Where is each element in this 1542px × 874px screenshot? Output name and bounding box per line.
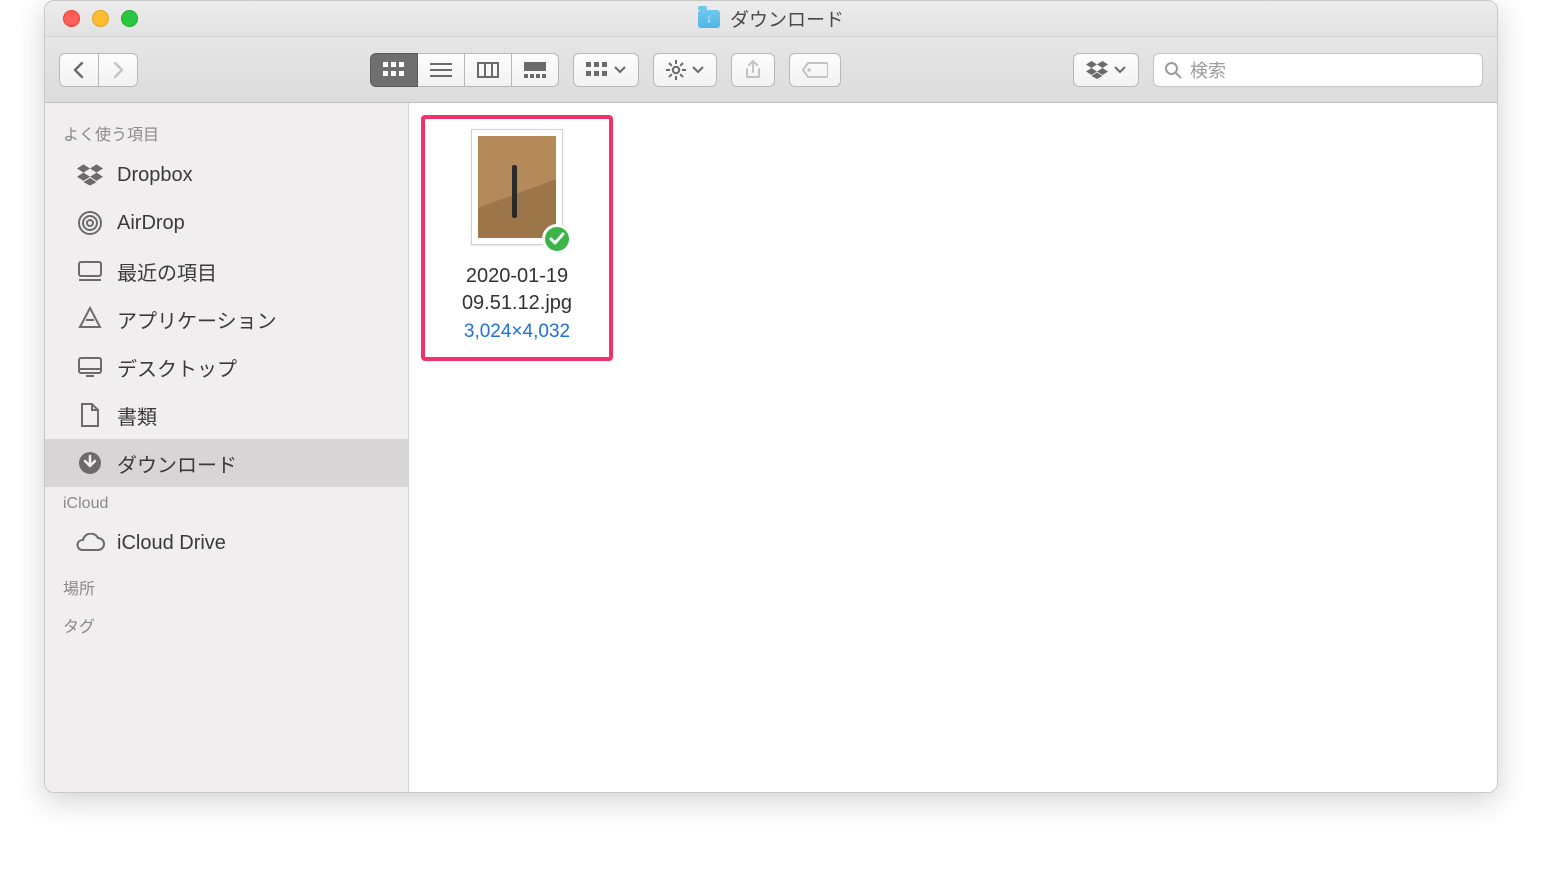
sidebar-section-icloud: iCloud xyxy=(45,487,408,519)
sidebar-item-label: 最近の項目 xyxy=(117,257,217,286)
dropbox-icon xyxy=(75,160,105,190)
group-by-button[interactable] xyxy=(573,53,639,87)
sidebar-item-icloud-drive[interactable]: iCloud Drive xyxy=(45,519,408,567)
share-group xyxy=(731,53,775,87)
column-view-button[interactable] xyxy=(465,53,512,87)
icon-view-button[interactable] xyxy=(370,53,418,87)
toolbar: 検索 xyxy=(45,37,1497,103)
maximize-button[interactable] xyxy=(121,10,138,27)
sidebar-section-favorites: よく使う項目 xyxy=(45,113,408,151)
chevron-down-icon xyxy=(1114,66,1126,74)
sidebar-item-label: デスクトップ xyxy=(117,353,237,382)
titlebar: ダウンロード xyxy=(45,1,1497,37)
window-body: よく使う項目 Dropbox AirDrop 最近の項目 xyxy=(45,103,1497,792)
downloads-folder-icon xyxy=(698,10,720,28)
file-name: 2020-01-19 09.51.12.jpg xyxy=(431,263,603,317)
desktop-icon xyxy=(75,352,105,382)
tag-icon xyxy=(802,61,828,79)
sync-complete-badge xyxy=(542,224,572,254)
search-placeholder: 検索 xyxy=(1190,57,1226,83)
minimize-button[interactable] xyxy=(92,10,109,27)
search-icon xyxy=(1164,61,1182,79)
airdrop-icon xyxy=(75,208,105,238)
gallery-view-button[interactable] xyxy=(512,53,559,87)
sidebar-item-label: iCloud Drive xyxy=(117,532,226,555)
forward-button[interactable] xyxy=(99,53,138,87)
sidebar: よく使う項目 Dropbox AirDrop 最近の項目 xyxy=(45,103,409,792)
downloads-icon xyxy=(75,448,105,478)
sidebar-item-dropbox[interactable]: Dropbox xyxy=(45,151,408,199)
search-field[interactable]: 検索 xyxy=(1153,53,1483,87)
dropbox-icon xyxy=(1086,61,1108,79)
chevron-down-icon xyxy=(614,66,626,74)
dropbox-group xyxy=(1073,53,1139,87)
sidebar-section-locations: 場所 xyxy=(45,567,408,605)
sidebar-item-label: AirDrop xyxy=(117,212,185,235)
icloud-icon xyxy=(75,528,105,558)
applications-icon xyxy=(75,304,105,334)
group-by-group xyxy=(573,53,639,87)
traffic-lights xyxy=(45,10,138,27)
back-button[interactable] xyxy=(59,53,99,87)
sidebar-item-airdrop[interactable]: AirDrop xyxy=(45,199,408,247)
action-menu-button[interactable] xyxy=(653,53,717,87)
sidebar-item-downloads[interactable]: ダウンロード xyxy=(45,439,408,487)
documents-icon xyxy=(75,400,105,430)
chevron-down-icon xyxy=(692,66,704,74)
image-thumbnail xyxy=(478,136,556,238)
share-icon xyxy=(744,60,762,80)
action-group xyxy=(653,53,717,87)
sidebar-item-documents[interactable]: 書類 xyxy=(45,391,408,439)
view-mode-group xyxy=(370,53,559,87)
gear-icon xyxy=(666,60,686,80)
edit-tags-button[interactable] xyxy=(789,53,841,87)
close-button[interactable] xyxy=(63,10,80,27)
file-item[interactable]: 2020-01-19 09.51.12.jpg 3,024×4,032 xyxy=(421,115,613,361)
file-grid[interactable]: 2020-01-19 09.51.12.jpg 3,024×4,032 xyxy=(409,103,1497,792)
sidebar-item-label: Dropbox xyxy=(117,164,193,187)
share-button[interactable] xyxy=(731,53,775,87)
sidebar-item-label: 書類 xyxy=(117,401,157,430)
sidebar-item-desktop[interactable]: デスクトップ xyxy=(45,343,408,391)
sidebar-item-applications[interactable]: アプリケーション xyxy=(45,295,408,343)
checkmark-icon xyxy=(549,232,565,246)
file-thumbnail xyxy=(471,129,563,245)
file-dimensions: 3,024×4,032 xyxy=(464,321,570,343)
nav-group xyxy=(59,53,138,87)
finder-window: ダウンロード xyxy=(44,0,1498,793)
sidebar-item-label: アプリケーション xyxy=(117,305,277,334)
recents-icon xyxy=(75,256,105,286)
sidebar-section-tags: タグ xyxy=(45,605,408,643)
dropbox-menu-button[interactable] xyxy=(1073,53,1139,87)
sidebar-item-recents[interactable]: 最近の項目 xyxy=(45,247,408,295)
window-title: ダウンロード xyxy=(730,5,844,32)
sidebar-item-label: ダウンロード xyxy=(117,449,237,478)
tags-group xyxy=(789,53,841,87)
window-title-group: ダウンロード xyxy=(45,5,1497,32)
list-view-button[interactable] xyxy=(418,53,465,87)
